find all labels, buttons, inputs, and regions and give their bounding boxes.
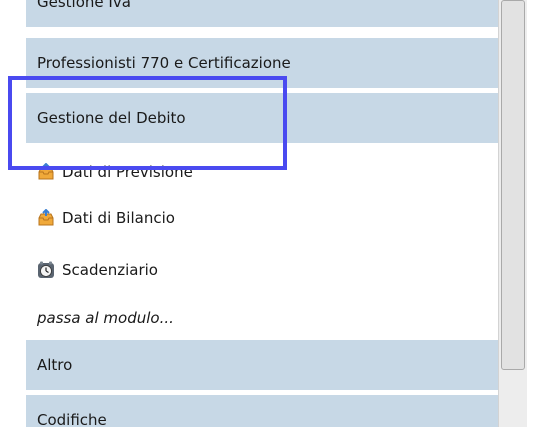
link-label: Scadenziario [62, 261, 158, 279]
link-label: Dati di Bilancio [62, 209, 175, 227]
section-altro[interactable]: Altro [26, 340, 498, 390]
scrollbar-thumb[interactable] [501, 0, 525, 370]
section-label: Gestione del Debito [37, 109, 186, 127]
link-label: passa al modulo... [37, 309, 174, 327]
app-screen: Gestione Iva Professionisti 770 e Certif… [0, 0, 538, 427]
section-gestione-del-debito[interactable]: Gestione del Debito [26, 93, 498, 143]
inbox-icon [38, 163, 54, 180]
inbox-icon [38, 209, 54, 226]
section-label: Altro [37, 356, 73, 374]
window-edge [527, 0, 538, 427]
link-label: Dati di Previsione [62, 163, 193, 181]
section-label: Codifiche [37, 411, 107, 427]
link-passa-al-modulo[interactable]: passa al modulo... [37, 303, 174, 333]
section-label: Professionisti 770 e Certificazione [37, 54, 291, 72]
section-label: Gestione Iva [37, 0, 131, 11]
section-gestione-iva[interactable]: Gestione Iva [26, 0, 498, 27]
section-codifiche[interactable]: Codifiche [26, 395, 498, 427]
section-professionisti-770[interactable]: Professionisti 770 e Certificazione [26, 38, 498, 88]
clock-icon [38, 261, 54, 278]
